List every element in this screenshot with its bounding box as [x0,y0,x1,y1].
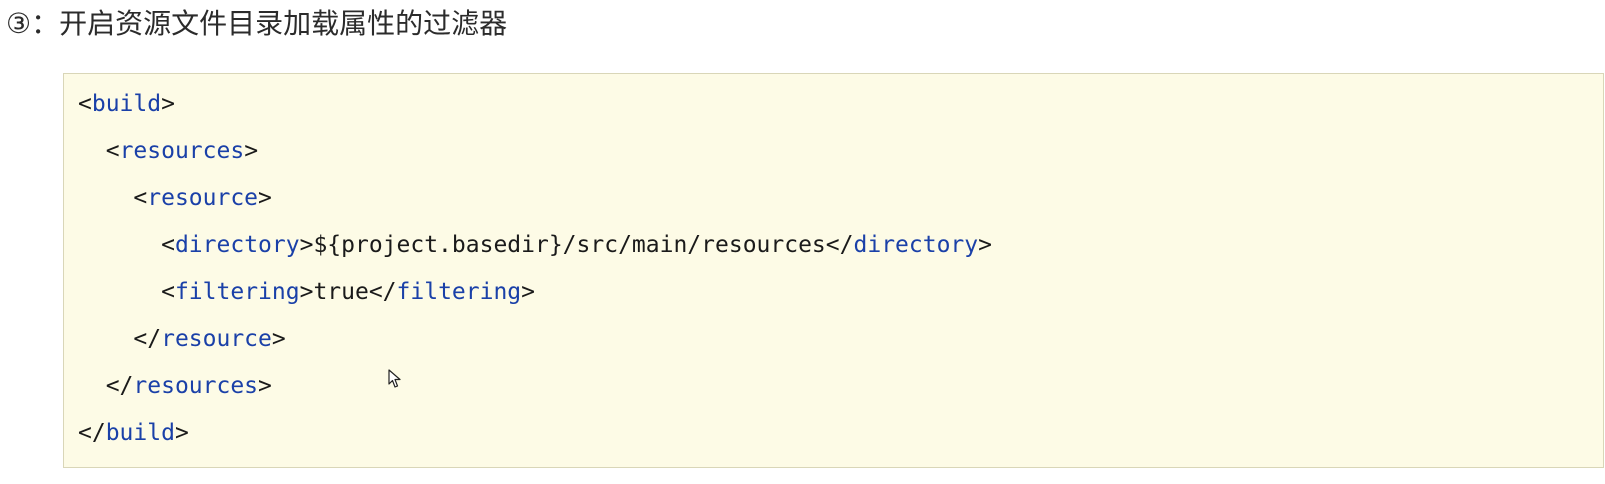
code-line: <resources> [78,135,258,167]
code-line: <filtering>true</filtering> [78,276,535,308]
mouse-pointer-icon [388,369,401,388]
code-close-bracket: > [299,279,314,305]
code-tag-name: build [91,91,162,117]
code-line: <directory>${project.basedir}/src/main/r… [78,229,992,261]
code-tag-name: resources [119,138,245,164]
code-text: true [313,279,369,305]
code-block: <build> <resources> <resource> <director… [63,73,1604,468]
code-line: <build> [78,88,175,120]
code-tag-name: resource [161,326,272,352]
code-tag-name: resources [133,373,259,399]
code-close-bracket: > [258,185,272,211]
code-end-tag-name: filtering [396,279,522,305]
code-end-open-bracket: </ [368,279,397,305]
code-text: ${project.basedir}/src/main/resources [313,232,826,258]
code-open-bracket: </ [133,326,162,352]
code-line: </build> [78,417,189,449]
code-close-bracket: > [258,373,272,399]
code-end-open-bracket: </ [825,232,854,258]
code-open-bracket: < [133,185,148,211]
code-close-bracket: > [299,232,314,258]
code-close-bracket: > [174,420,189,446]
code-line: <resource> [78,182,272,214]
code-close-bracket: > [161,91,175,117]
code-tag-name: filtering [174,279,300,305]
code-end-close-bracket: > [521,279,536,305]
code-open-bracket: < [78,91,92,117]
code-tag-name: resource [147,185,259,211]
code-line: </resources> [78,370,272,402]
code-close-bracket: > [244,138,259,164]
code-open-bracket: </ [105,373,134,399]
code-end-tag-name: directory [853,232,979,258]
code-line: </resource> [78,323,286,355]
code-tag-name: directory [174,232,300,258]
code-tag-name: build [105,420,175,446]
section-heading: ③：开启资源文件目录加载属性的过滤器 [6,7,508,40]
code-end-close-bracket: > [978,232,992,258]
code-close-bracket: > [271,326,286,352]
code-open-bracket: < [105,138,120,164]
code-open-bracket: < [161,279,175,305]
code-open-bracket: < [161,232,175,258]
code-open-bracket: </ [78,420,106,446]
